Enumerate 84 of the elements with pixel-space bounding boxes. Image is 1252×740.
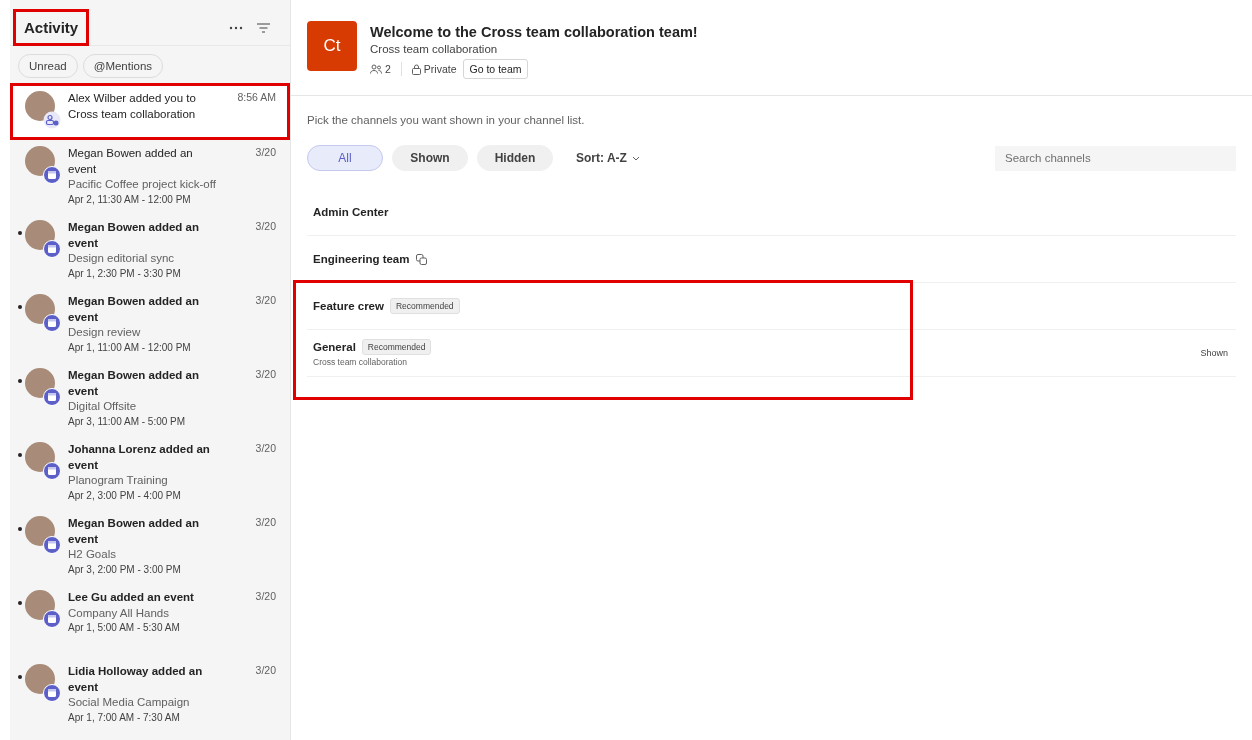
- event-time: Apr 1, 7:00 AM - 7:30 AM: [68, 710, 181, 725]
- team-icon: [43, 111, 61, 129]
- filter-pill[interactable]: Shown: [392, 145, 468, 171]
- activity-item[interactable]: Megan Bowen added an event Design editorial sync Apr 1, 2:30 PM - 3:30 PM 3/20: [10, 214, 290, 288]
- channel-name: Admin Center: [313, 206, 389, 218]
- activity-item[interactable]: Johanna Lorenz added an event Planogram Training Apr 2, 3:00 PM - 4:00 PM 3/20: [10, 436, 290, 510]
- channel-name: Engineering team: [313, 253, 410, 265]
- activity-text: Alex Wilber added you to Cross team collaboration: [68, 91, 197, 122]
- privacy-label: Private: [423, 63, 457, 75]
- filter-pill[interactable]: Unread: [18, 54, 78, 78]
- sort-dropdown[interactable]: Sort: A-Z: [570, 150, 646, 166]
- calendar-icon: [43, 240, 61, 258]
- lock-icon: [411, 63, 421, 75]
- calendar-icon: [43, 314, 61, 332]
- event-title: Planogram Training: [68, 473, 169, 488]
- activity-text: Lee Gu added an event: [68, 590, 195, 605]
- people-icon: [370, 64, 382, 74]
- activity-item[interactable]: Megan Bowen added an event Pacific Coffee project kick-off Apr 2, 11:30 AM - 12:00 PM 3/20: [10, 140, 290, 214]
- timestamp: 8:56 AM: [237, 91, 276, 103]
- activity-text: Megan Bowen added an event: [68, 220, 200, 251]
- activity-text: Megan Bowen added an event: [68, 516, 200, 547]
- event-time: Apr 1, 2:30 PM - 3:30 PM: [68, 266, 182, 281]
- activity-text: Lidia Holloway added an event: [68, 664, 204, 695]
- event-title: H2 Goals: [68, 547, 117, 562]
- chevron-down-icon: [631, 155, 640, 161]
- event-time: Apr 1, 11:00 AM - 12:00 PM: [68, 340, 192, 355]
- go-to-team-button[interactable]: Go to team: [462, 59, 529, 79]
- search-field[interactable]: Search channels: [995, 145, 1236, 171]
- timestamp: 3/20: [255, 664, 276, 676]
- calendar-icon: [43, 684, 61, 702]
- calendar-icon: [43, 166, 61, 184]
- timestamp: 3/20: [255, 146, 276, 158]
- activity-text: Megan Bowen added an event: [68, 294, 200, 325]
- activity-item[interactable]: Megan Bowen added an event Digital Offsite Apr 3, 11:00 AM - 5:00 PM 3/20: [10, 362, 290, 436]
- channel-name: General: [313, 341, 356, 353]
- channel-row[interactable]: General Recommended Cross team collaboration Shown: [307, 330, 1236, 377]
- event-time: Apr 1, 5:00 AM - 5:30 AM: [68, 621, 181, 635]
- avatar: [25, 91, 55, 121]
- activity-title: Activity: [13, 9, 90, 46]
- timestamp: 3/20: [255, 368, 276, 380]
- calendar-icon: [43, 388, 61, 406]
- member-count: 2: [385, 63, 391, 75]
- recommended-tag: Recommended: [361, 339, 432, 355]
- event-time: Apr 2, 11:30 AM - 12:00 PM: [68, 192, 192, 207]
- channel-name: Feature crew: [313, 300, 384, 312]
- calendar-icon: [43, 536, 61, 554]
- timestamp: 3/20: [255, 516, 276, 528]
- filter-icon[interactable]: [255, 20, 272, 35]
- event-title: Social Media Campaign: [68, 695, 191, 710]
- channel-description: Cross team collaboration: [313, 357, 408, 367]
- filter-pill[interactable]: Hidden: [477, 145, 553, 171]
- filter-pill[interactable]: All: [307, 145, 383, 171]
- event-time: Apr 3, 2:00 PM - 3:00 PM: [68, 562, 182, 577]
- activity-item[interactable]: Lee Gu added an event Company All Hands Apr 1, 5:00 AM - 5:30 AM 3/20: [10, 584, 290, 658]
- channel-row[interactable]: Feature crew Recommended: [307, 283, 1236, 330]
- team-logo: Ct: [307, 21, 357, 71]
- recommended-tag: Recommended: [389, 298, 460, 314]
- team-name: Cross team collaboration: [370, 43, 499, 55]
- highlight-frame[interactable]: Alex Wilber added you to Cross team collaboration 8:56 AM: [10, 83, 290, 140]
- activity-text: Megan Bowen added an event: [68, 368, 200, 399]
- filter-pill[interactable]: @Mentions: [82, 54, 164, 78]
- channel-status: Shown: [1200, 348, 1228, 358]
- welcome-title: Welcome to the Cross team collaboration team!: [370, 24, 698, 40]
- event-time: Apr 3, 11:00 AM - 5:00 PM: [68, 414, 187, 429]
- event-title: Company All Hands: [68, 605, 170, 621]
- timestamp: 3/20: [255, 590, 276, 602]
- timestamp: 3/20: [255, 220, 276, 232]
- activity-item[interactable]: Megan Bowen added an event Design review Apr 1, 11:00 AM - 12:00 PM 3/20: [10, 288, 290, 362]
- channel-row[interactable]: Admin Center: [307, 189, 1236, 236]
- event-time: Apr 2, 3:00 PM - 4:00 PM: [68, 488, 182, 503]
- calendar-icon: [43, 462, 61, 480]
- instructions-text: Pick the channels you want shown in your channel list.: [307, 114, 586, 126]
- event-title: Design review: [68, 325, 142, 340]
- channel-row[interactable]: Engineering team: [307, 236, 1236, 283]
- timestamp: 3/20: [255, 294, 276, 306]
- activity-text: Johanna Lorenz added an event: [68, 442, 211, 473]
- activity-item[interactable]: Megan Bowen added an event H2 Goals Apr 3, 2:00 PM - 3:00 PM 3/20: [10, 510, 290, 584]
- timestamp: 3/20: [255, 442, 276, 454]
- event-title: Digital Offsite: [68, 399, 138, 414]
- activity-item[interactable]: Lidia Holloway added an event Social Media Campaign Apr 1, 7:00 AM - 7:30 AM 3/20: [10, 658, 290, 732]
- activity-text: Megan Bowen added an event: [68, 146, 194, 177]
- event-title: Design editorial sync: [68, 251, 176, 266]
- calendar-icon: [43, 610, 61, 628]
- event-title: Pacific Coffee project kick-off: [68, 177, 217, 192]
